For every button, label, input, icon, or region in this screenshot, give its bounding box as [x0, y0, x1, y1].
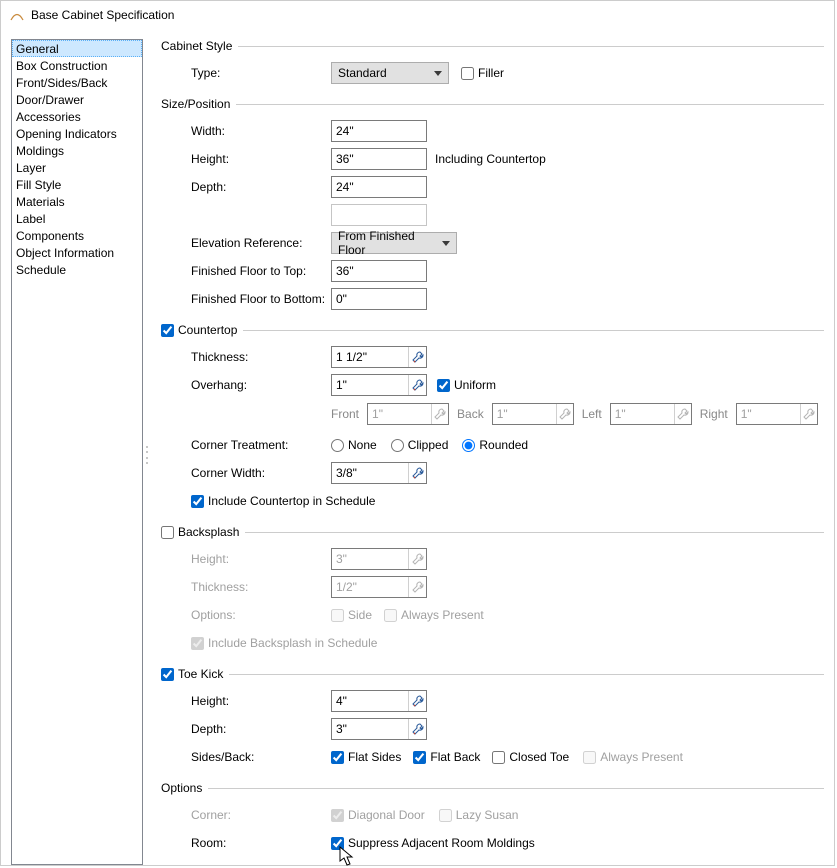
front-label: Front [331, 407, 359, 421]
category-list[interactable]: GeneralBox ConstructionFront/Sides/BackD… [11, 39, 143, 865]
wrench-icon[interactable] [408, 347, 426, 367]
sidebar-item[interactable]: Front/Sides/Back [12, 74, 142, 91]
left-input [610, 403, 692, 425]
type-label: Type: [191, 66, 331, 80]
floor-top-input[interactable] [331, 260, 427, 282]
resize-grip[interactable] [146, 446, 150, 464]
corner-treatment-label: Corner Treatment: [191, 438, 331, 452]
opt-corner-label: Corner: [191, 808, 331, 822]
ct-rounded-radio[interactable] [462, 439, 475, 452]
sidebar-item[interactable]: Object Information [12, 244, 142, 261]
sidebar-item[interactable]: Label [12, 210, 142, 227]
suppress-checkbox[interactable] [331, 837, 344, 850]
height-input[interactable] [331, 148, 427, 170]
app-icon [9, 7, 25, 23]
diagonal-checkbox [331, 809, 344, 822]
sidebar-item[interactable]: Layer [12, 159, 142, 176]
blank-input [331, 204, 427, 226]
ct-overhang-label: Overhang: [191, 378, 331, 392]
tk-depth-label: Depth: [191, 722, 331, 736]
front-input [367, 403, 449, 425]
sidebar-item[interactable]: Box Construction [12, 57, 142, 74]
lazy-checkbox [439, 809, 452, 822]
bs-thickness-input [331, 576, 427, 598]
options-legend: Options [161, 781, 202, 795]
cabinet-style-legend: Cabinet Style [161, 39, 232, 53]
toekick-toggle[interactable] [161, 668, 174, 681]
flat-sides-checkbox[interactable] [331, 751, 344, 764]
sidebar-item[interactable]: Fill Style [12, 176, 142, 193]
sidebar-item[interactable]: General [12, 40, 142, 57]
closed-toe-checkbox[interactable] [492, 751, 505, 764]
chevron-down-icon [442, 241, 450, 246]
ct-thickness-label: Thickness: [191, 350, 331, 364]
bs-always-checkbox [384, 609, 397, 622]
ct-include-schedule-checkbox[interactable] [191, 495, 204, 508]
width-input[interactable] [331, 120, 427, 142]
bs-height-label: Height: [191, 552, 331, 566]
elev-ref-select[interactable]: From Finished Floor [331, 232, 457, 254]
tk-height-label: Height: [191, 694, 331, 708]
toekick-legend: Toe Kick [178, 667, 223, 681]
uniform-checkbox[interactable] [437, 379, 450, 392]
wrench-icon[interactable] [408, 691, 426, 711]
wrench-icon[interactable] [408, 719, 426, 739]
chevron-down-icon [434, 71, 442, 76]
elev-ref-label: Elevation Reference: [191, 236, 331, 250]
bs-height-input [331, 548, 427, 570]
filler-label: Filler [478, 66, 504, 80]
wrench-icon[interactable] [408, 463, 426, 483]
window-title: Base Cabinet Specification [31, 8, 174, 22]
backsplash-legend: Backsplash [178, 525, 239, 539]
ct-clipped-radio[interactable] [391, 439, 404, 452]
sidebar-item[interactable]: Accessories [12, 108, 142, 125]
opt-room-label: Room: [191, 836, 331, 850]
back-input [492, 403, 574, 425]
ct-include-schedule-label: Include Countertop in Schedule [208, 494, 375, 508]
sidebar-item[interactable]: Opening Indicators [12, 125, 142, 142]
tk-always-checkbox [583, 751, 596, 764]
uniform-label: Uniform [454, 378, 496, 392]
floor-bottom-input[interactable] [331, 288, 427, 310]
ct-overhang-input[interactable] [331, 374, 427, 396]
floor-top-label: Finished Floor to Top: [191, 264, 331, 278]
titlebar: Base Cabinet Specification [1, 1, 834, 29]
sidebar-item[interactable]: Components [12, 227, 142, 244]
sidebar-item[interactable]: Moldings [12, 142, 142, 159]
tk-sidesback-label: Sides/Back: [191, 750, 331, 764]
ct-thickness-input[interactable] [331, 346, 427, 368]
filler-checkbox[interactable] [461, 67, 474, 80]
sidebar-item[interactable]: Materials [12, 193, 142, 210]
sidebar-item[interactable]: Door/Drawer [12, 91, 142, 108]
depth-input[interactable] [331, 176, 427, 198]
flat-back-checkbox[interactable] [413, 751, 426, 764]
width-label: Width: [191, 124, 331, 138]
bs-include-schedule-label: Include Backsplash in Schedule [208, 636, 377, 650]
wrench-icon[interactable] [408, 375, 426, 395]
countertop-toggle[interactable] [161, 324, 174, 337]
corner-width-input[interactable] [331, 462, 427, 484]
depth-label: Depth: [191, 180, 331, 194]
left-label: Left [582, 407, 602, 421]
bs-thickness-label: Thickness: [191, 580, 331, 594]
right-label: Right [700, 407, 728, 421]
height-after: Including Countertop [435, 152, 546, 166]
bs-side-checkbox [331, 609, 344, 622]
backsplash-toggle[interactable] [161, 526, 174, 539]
corner-width-label: Corner Width: [191, 466, 331, 480]
bs-include-schedule-checkbox [191, 637, 204, 650]
height-label: Height: [191, 152, 331, 166]
bs-options-label: Options: [191, 608, 331, 622]
sizepos-legend: Size/Position [161, 97, 230, 111]
right-input [736, 403, 818, 425]
floor-bottom-label: Finished Floor to Bottom: [191, 292, 331, 306]
sidebar-item[interactable]: Schedule [12, 261, 142, 278]
tk-height-input[interactable] [331, 690, 427, 712]
back-label: Back [457, 407, 484, 421]
type-select[interactable]: Standard [331, 62, 449, 84]
countertop-legend: Countertop [178, 323, 237, 337]
tk-depth-input[interactable] [331, 718, 427, 740]
ct-none-radio[interactable] [331, 439, 344, 452]
